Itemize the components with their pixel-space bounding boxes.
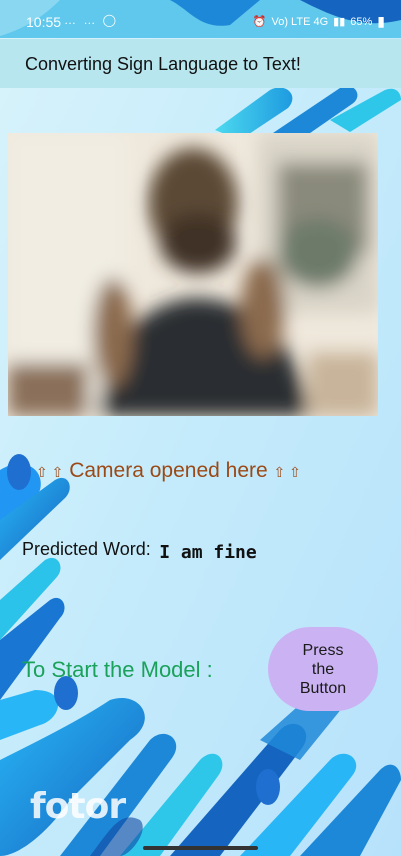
fotor-watermark: fotor [30, 786, 126, 827]
camera-caption: ⇧ ⇧ Camera opened here ⇧ ⇧ [36, 459, 301, 483]
prediction-row: Predicted Word: I am fine [22, 539, 257, 563]
start-model-label: To Start the Model : [22, 657, 213, 682]
up-arrows-icon: ⇧ ⇧ [273, 464, 301, 480]
status-time: 10:55 [26, 14, 62, 30]
predicted-word-label: Predicted Word: [22, 539, 151, 559]
up-arrows-icon: ⇧ ⇧ [36, 464, 64, 480]
status-right: ⏰ Vo) LTE 4G ▮▮ 65% ▮ [253, 13, 385, 30]
status-bar: 10:55 … … ◯ ⏰ Vo) LTE 4G ▮▮ 65% ▮ [0, 0, 401, 38]
app-title: Converting Sign Language to Text! [25, 54, 301, 74]
decorative-background [0, 0, 401, 856]
camera-caption-text: Camera opened here [69, 459, 268, 482]
camera-preview [8, 133, 378, 416]
press-button-line1: Press [302, 641, 344, 659]
predicted-word-value: I am fine [159, 542, 257, 563]
press-button[interactable]: Press the Button [268, 627, 378, 711]
signal-icon: ▮▮ [333, 16, 346, 28]
network-label: Vo) LTE 4G [271, 15, 329, 28]
battery-percent: 65% [350, 15, 373, 28]
press-button-line2: the [311, 660, 335, 678]
press-button-line3: Button [299, 679, 347, 697]
alarm-icon: ⏰ [252, 16, 267, 28]
battery-icon: ▮ [377, 13, 385, 29]
app-bar: Converting Sign Language to Text! [0, 39, 401, 88]
home-indicator[interactable] [143, 846, 258, 850]
notification-icons: … … ◯ [64, 13, 119, 27]
